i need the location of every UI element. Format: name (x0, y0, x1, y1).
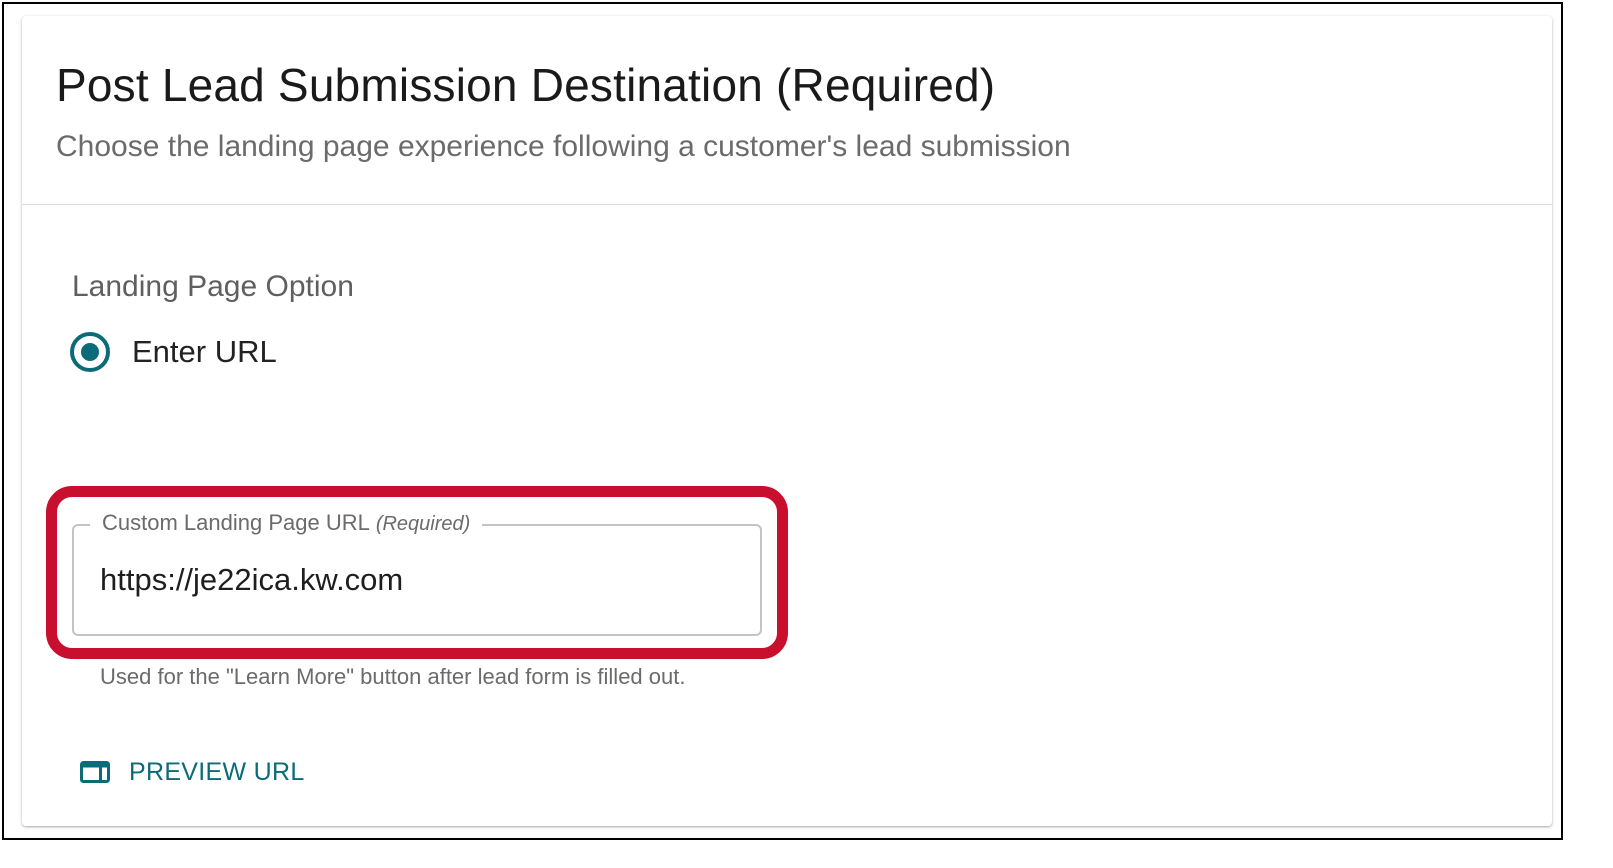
card-header: Post Lead Submission Destination (Requir… (22, 16, 1552, 205)
preview-url-label[interactable]: PREVIEW URL (129, 758, 305, 787)
destination-card: Post Lead Submission Destination (Requir… (22, 16, 1552, 826)
card-title: Post Lead Submission Destination (Requir… (56, 59, 996, 111)
enter-url-radio-option[interactable]: Enter URL (70, 330, 277, 374)
url-helper-text: Used for the "Learn More" button after l… (100, 664, 686, 689)
custom-landing-page-url-input[interactable] (100, 562, 730, 598)
landing-page-option-label: Landing Page Option (72, 270, 354, 303)
card-subtitle: Choose the landing page experience follo… (56, 130, 1071, 163)
url-field-label-text: Custom Landing Page URL (102, 510, 370, 535)
preview-url-button[interactable]: PREVIEW URL (80, 754, 305, 790)
radio-selected-icon[interactable] (70, 332, 110, 372)
custom-landing-page-url-field[interactable]: Custom Landing Page URL (Required) (72, 510, 762, 636)
radio-dot (81, 343, 99, 361)
preview-window-icon[interactable] (80, 761, 110, 783)
url-field-label: Custom Landing Page URL (Required) (90, 510, 483, 536)
enter-url-radio-label[interactable]: Enter URL (132, 334, 277, 370)
url-field-required-tag: (Required) (375, 513, 471, 535)
screenshot-frame: Post Lead Submission Destination (Requir… (2, 2, 1563, 840)
